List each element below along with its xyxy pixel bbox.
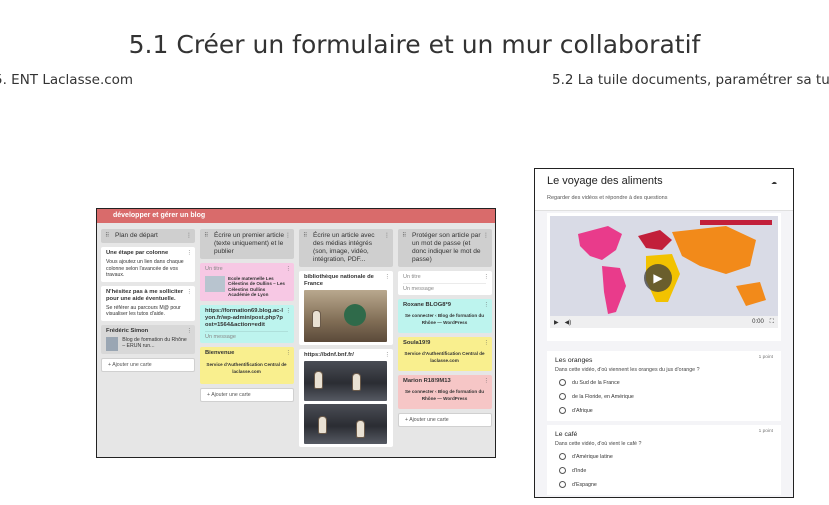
radio-option: du Sud de la France (559, 379, 773, 386)
more-icon: ⋮ (186, 250, 193, 256)
more-icon: ⋮ (384, 233, 390, 239)
more-icon: ⋮ (483, 340, 490, 346)
link-thumbnail (106, 336, 119, 351)
question-title: Le café (555, 431, 578, 438)
padlet-column: ⠿ Plan de départ ⋮ ⋮ Une étape par colon… (101, 229, 195, 372)
padlet-column: ⠿ Écrire un premier article (texte uniqu… (200, 229, 294, 402)
padlet-column: ⠿ Protéger son article par un mot de pas… (398, 229, 492, 427)
radio-option: d'Inde (559, 467, 773, 474)
green-ball-image (344, 304, 366, 326)
more-icon: ⋮ (483, 302, 490, 308)
add-card-button: + Ajouter une carte (398, 413, 492, 427)
add-card-button: + Ajouter une carte (101, 357, 195, 372)
radio-button (559, 379, 566, 386)
more-icon: ⋮ (285, 233, 291, 239)
form-screenshot-image: Le voyage des aliments Regarder des vidé… (534, 168, 794, 498)
cartoon-figure (356, 420, 365, 438)
padlet-card: ⋮ bibliothèque nationale de France (299, 271, 393, 345)
question-title: Les oranges (555, 357, 593, 364)
radio-button (559, 407, 566, 414)
video-time: 0:00 (752, 319, 764, 325)
question-card: 1 point Le café Dans cette vidéo, d'où v… (547, 425, 781, 495)
radio-option: de la Floride, en Amérique (559, 393, 773, 400)
cartoon-photo (304, 361, 387, 401)
play-icon: ▶ (644, 264, 672, 292)
add-card-button: + Ajouter une carte (200, 388, 294, 402)
video-player: ▶ ▶ ◀) 0:00 ⛶ (550, 216, 778, 328)
points-label: 1 point (758, 355, 773, 360)
padlet-card: ⋮ Marion R18!9M13 Se connecter ‹ Blog de… (398, 375, 492, 409)
drag-handle-icon: ⠿ (105, 233, 110, 239)
column-title: ⠿ Plan de départ ⋮ (101, 229, 195, 243)
padlet-column: ⠿ Écrire un article avec des médias inté… (299, 229, 393, 447)
form-title: Le voyage des aliments (547, 175, 663, 187)
radio-option: d'Espagne (559, 481, 773, 488)
padlet-card: ⋮ Un titre Un message (398, 271, 492, 295)
column-title: ⠿ Écrire un article avec des médias inté… (299, 229, 393, 267)
video-controls: ▶ ◀) 0:00 ⛶ (550, 316, 778, 328)
radio-button (559, 393, 566, 400)
points-label: 1 point (758, 429, 773, 434)
more-icon: ⋮ (285, 266, 292, 272)
next-page-link[interactable]: 5.2 La tuile documents, paramétrer sa tu… (552, 72, 829, 88)
form-header: Le voyage des aliments Regarder des vidé… (535, 169, 793, 211)
padlet-card: ⋮ Roxane BLOG8*9 Se connecter ‹ Blog de … (398, 299, 492, 333)
more-icon: ⋮ (186, 233, 192, 239)
drag-handle-icon: ⠿ (402, 233, 407, 239)
more-icon: ⋮ (483, 274, 490, 280)
more-icon: ⋮ (483, 378, 490, 384)
previous-page-link[interactable]: 5. ENT Laclasse.com (0, 72, 133, 88)
video-card: ▶ ▶ ◀) 0:00 ⛶ (547, 213, 781, 341)
link-thumbnail (205, 275, 225, 292)
radio-button (559, 467, 566, 474)
more-icon: ⋮ (384, 352, 391, 358)
question-prompt: Dans cette vidéo, d'où viennent les oran… (555, 367, 700, 373)
more-icon: ⋮ (384, 274, 391, 280)
padlet-card: ⋮ Une étape par colonne Vous ajoutez un … (101, 247, 195, 282)
question-prompt: Dans cette vidéo, d'où vient le café ? (555, 441, 642, 447)
padlet-card: ⋮ https://bdnf.bnf.fr/ (299, 349, 393, 447)
padlet-card: ⋮ Soula19!9 Service d'Authentification C… (398, 337, 492, 371)
padlet-card: ⋮ Frédéric Simon Blog de formation du Rh… (101, 324, 195, 354)
library-photo (304, 290, 387, 342)
cartoon-figure (318, 416, 327, 434)
more-icon: ⋮ (285, 350, 292, 356)
cloud-icon: ☁ (771, 180, 777, 186)
cartoon-figure (312, 310, 321, 328)
padlet-card: ⋮ N'hésitez pas à me solliciter pour une… (101, 285, 195, 321)
more-icon: ⋮ (186, 327, 193, 334)
radio-option: d'Afrique (559, 407, 773, 414)
padlet-card: ⋮ Un titre Ecole maternelle Les Célestin… (200, 263, 294, 301)
padlet-header: développer et gérer un blog (97, 209, 495, 223)
column-title: ⠿ Protéger son article par un mot de pas… (398, 229, 492, 267)
volume-icon: ◀) (564, 319, 572, 326)
cartoon-figure (352, 373, 361, 391)
question-card: 1 point Les oranges Dans cette vidéo, d'… (547, 351, 781, 421)
drag-handle-icon: ⠿ (204, 233, 209, 239)
padlet-board-image: développer et gérer un blog ⠿ Plan de dé… (96, 208, 496, 458)
more-icon: ⋮ (186, 288, 193, 295)
more-icon: ⋮ (483, 233, 489, 239)
cartoon-figure (314, 371, 323, 389)
padlet-card: ⋮ Bienvenue Service d'Authentification C… (200, 347, 294, 384)
form-subtitle: Regarder des vidéos et répondre à des qu… (547, 195, 668, 201)
radio-button (559, 453, 566, 460)
more-icon: ⋮ (285, 307, 292, 314)
cartoon-photo (304, 404, 387, 444)
padlet-card: ⋮ https://formation69.blog.ac-lyon.fr/wp… (200, 304, 294, 343)
drag-handle-icon: ⠿ (303, 233, 308, 239)
fullscreen-icon: ⛶ (769, 318, 774, 325)
radio-button (559, 481, 566, 488)
play-control-icon: ▶ (554, 319, 559, 326)
column-title: ⠿ Écrire un premier article (texte uniqu… (200, 229, 294, 259)
page-title: 5.1 Créer un formulaire et un mur collab… (128, 30, 701, 59)
radio-option: d'Amérique latine (559, 453, 773, 460)
